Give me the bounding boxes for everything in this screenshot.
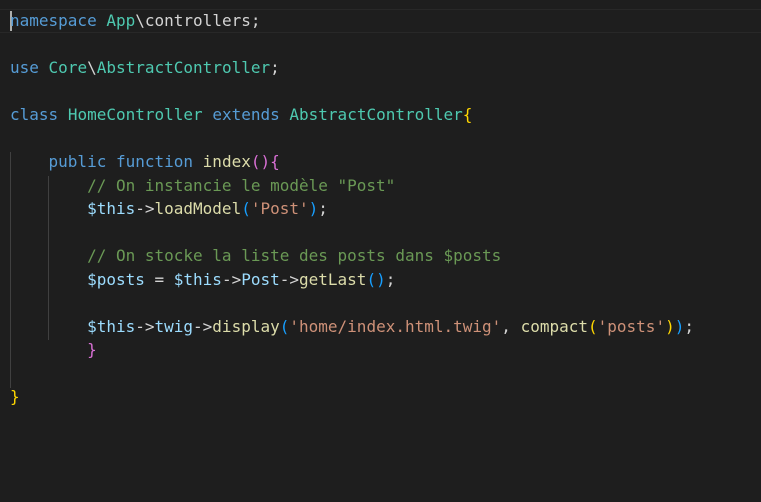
code-line[interactable]: } <box>0 338 761 362</box>
code-token: namespace <box>10 11 97 30</box>
code-line[interactable]: class HomeController extends AbstractCon… <box>0 103 761 127</box>
code-token: -> <box>193 316 213 336</box>
code-token: index <box>202 152 251 171</box>
code-token: ; <box>318 199 328 218</box>
code-token: // On instancie le modèle "Post" <box>87 175 396 195</box>
code-token: $this <box>173 269 222 289</box>
code-token: App <box>106 11 136 30</box>
code-token: getLast <box>299 269 367 289</box>
code-token: ; <box>684 316 694 336</box>
code-token: ( <box>279 316 290 336</box>
code-token: , <box>501 316 521 336</box>
code-line[interactable] <box>0 221 761 245</box>
code-token: -> <box>221 269 242 289</box>
code-token: $this <box>87 199 136 218</box>
code-token: function <box>115 152 194 171</box>
code-token: 'posts' <box>597 316 666 336</box>
code-token: Post <box>241 269 280 289</box>
code-editor[interactable]: namespace App\controllers; use Core\Abstr… <box>0 0 761 502</box>
code-token: extends <box>212 105 280 124</box>
code-line[interactable]: use Core\AbstractController; <box>0 56 761 80</box>
code-token: } <box>10 387 20 406</box>
code-token: () <box>366 269 386 289</box>
code-token: AbstractController <box>96 58 271 77</box>
code-token: } <box>87 340 97 359</box>
code-line[interactable]: namespace App\controllers; <box>0 9 761 33</box>
code-line[interactable]: } <box>0 385 761 409</box>
code-token: class <box>10 105 59 124</box>
code-token: public <box>48 152 107 171</box>
code-token: -> <box>135 199 155 218</box>
code-token: $this <box>87 316 136 336</box>
code-line[interactable]: // On stocke la liste des posts dans $po… <box>0 244 761 268</box>
code-token: ) <box>665 316 675 336</box>
code-token: ( <box>588 316 598 336</box>
code-token: AbstractController <box>289 105 463 124</box>
code-line[interactable] <box>0 80 761 104</box>
code-token: { <box>270 152 280 171</box>
code-token: Core <box>48 58 88 77</box>
code-token: () <box>250 152 271 171</box>
code-token: { <box>462 105 473 124</box>
code-token: 'home/index.html.twig' <box>289 316 502 336</box>
code-token: -> <box>279 269 299 289</box>
code-token: // On stocke la liste des posts dans $po… <box>87 246 502 265</box>
code-token: ) <box>674 316 685 336</box>
code-token: $posts <box>87 269 145 289</box>
code-token: ) <box>308 199 319 218</box>
code-token: 'Post' <box>250 199 309 218</box>
code-line[interactable]: $this->loadModel('Post'); <box>0 197 761 221</box>
code-line[interactable] <box>0 127 761 151</box>
code-token: compact <box>520 316 588 336</box>
code-line[interactable] <box>0 291 761 315</box>
code-token: HomeController <box>67 105 203 124</box>
code-token: -> <box>135 316 155 336</box>
code-line[interactable]: public function index(){ <box>0 150 761 174</box>
code-token: ; <box>270 58 280 77</box>
code-line[interactable] <box>0 33 761 57</box>
code-token: ( <box>241 199 251 218</box>
code-token: \ <box>87 58 97 77</box>
code-token: \controllers; <box>135 11 261 30</box>
code-token: display <box>212 316 280 336</box>
code-token: twig <box>154 316 194 336</box>
code-line[interactable] <box>0 362 761 386</box>
code-token: loadModel <box>154 199 242 218</box>
code-token: ; <box>385 269 396 289</box>
code-line[interactable]: $posts = $this->Post->getLast(); <box>0 268 761 292</box>
code-line[interactable]: // On instancie le modèle "Post" <box>0 174 761 198</box>
code-token: = <box>144 269 174 289</box>
code-token: use <box>10 58 39 77</box>
code-line[interactable]: $this->twig->display('home/index.html.tw… <box>0 315 761 339</box>
